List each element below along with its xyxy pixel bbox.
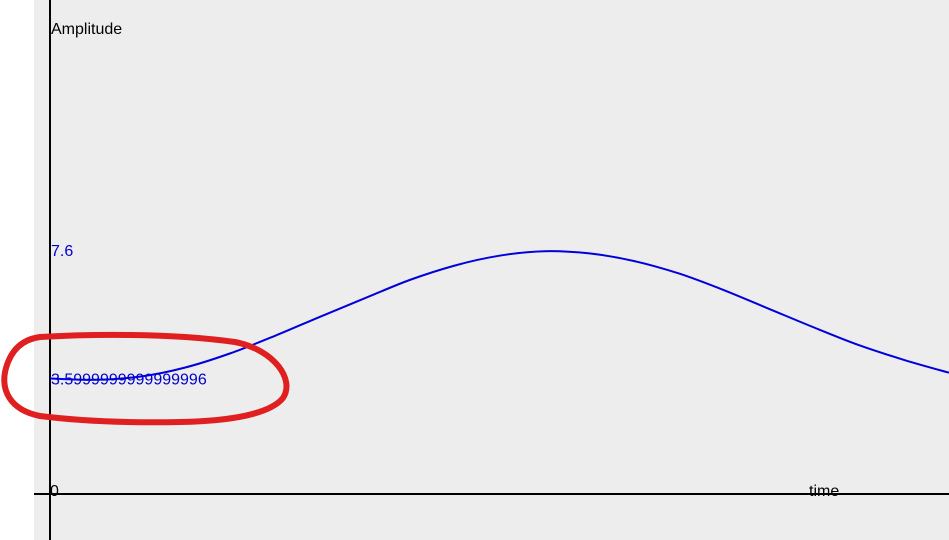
y-axis-label: Amplitude [51, 21, 122, 38]
x-tick-label-origin: 0 [50, 483, 59, 500]
chart-area: Amplitude time 0 7.6 3.5999999999999996 [0, 0, 949, 540]
x-axis-label: time [809, 483, 839, 500]
series-line-0 [49, 250, 949, 381]
y-tick-label-7.6: 7.6 [51, 243, 73, 260]
line-chart: Amplitude time 0 7.6 3.5999999999999996 [1, 0, 949, 540]
series-group [49, 250, 949, 381]
